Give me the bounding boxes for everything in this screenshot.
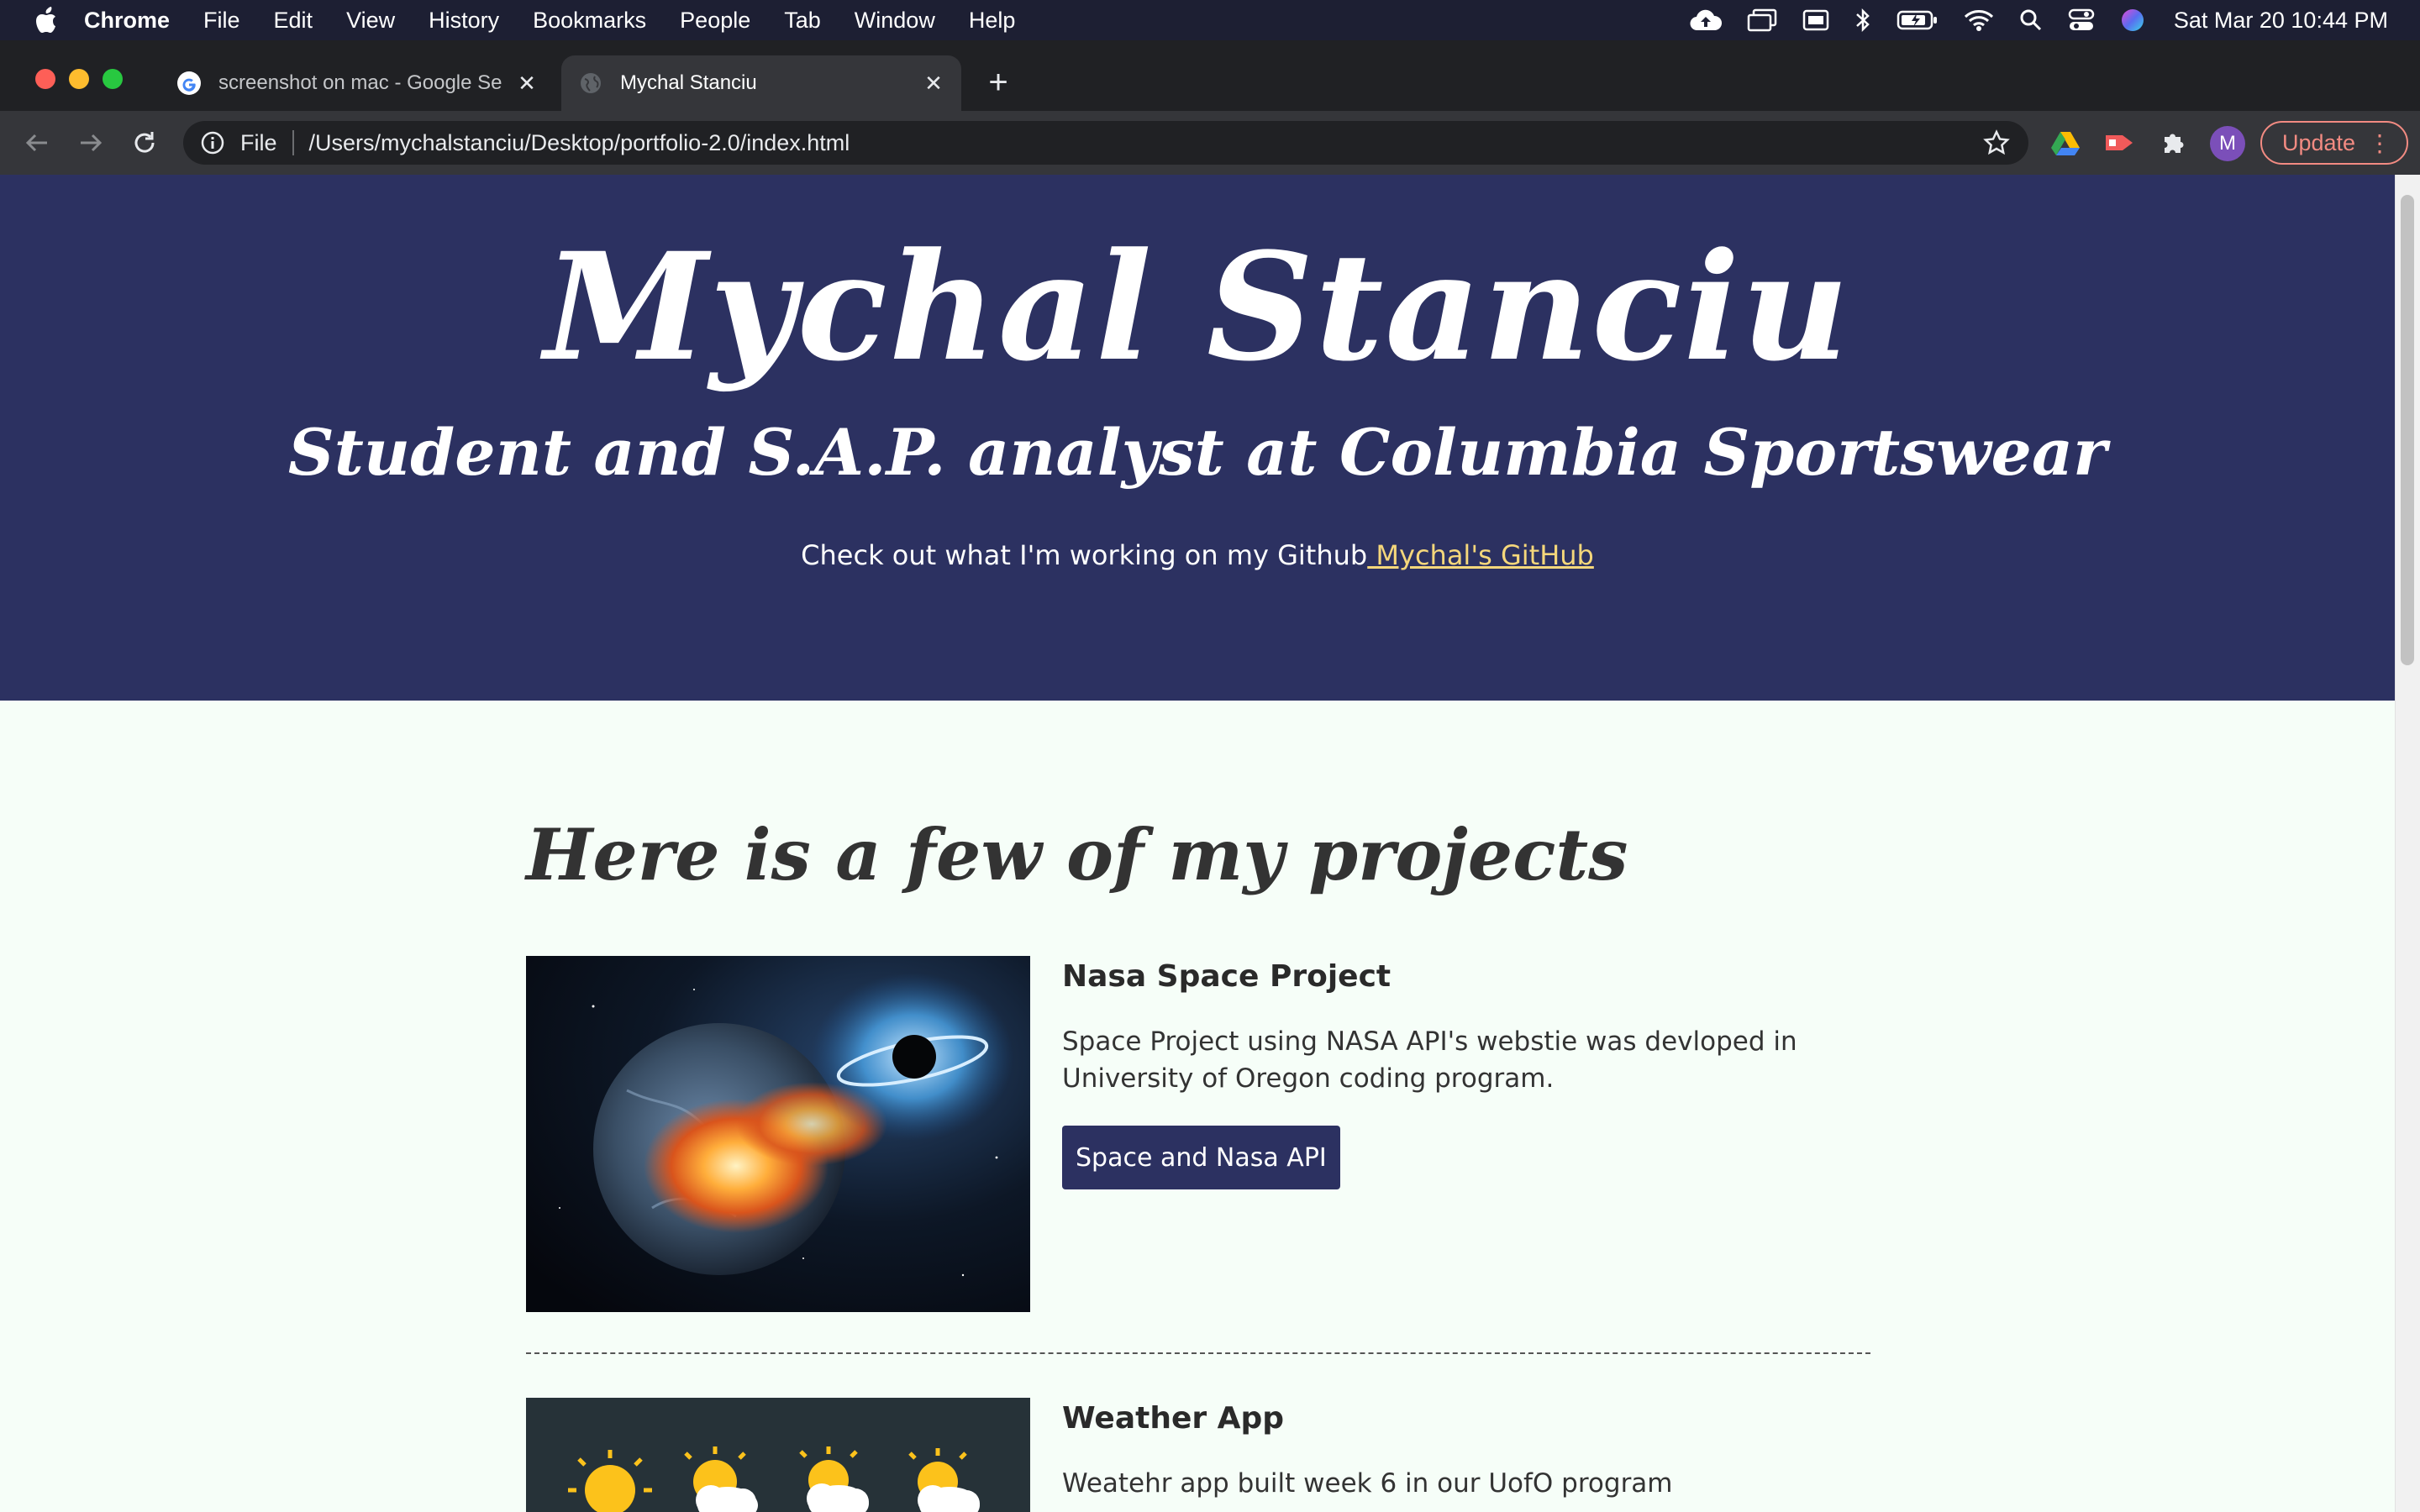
window-zoom-button[interactable] xyxy=(103,69,123,89)
globe-icon xyxy=(578,71,603,96)
tab-google-search[interactable]: screenshot on mac - Google Se ✕ xyxy=(160,55,555,111)
space-nasa-api-button[interactable]: Space and Nasa API xyxy=(1062,1126,1340,1189)
menu-edit[interactable]: Edit xyxy=(274,8,313,34)
screen-mirror-icon[interactable] xyxy=(1747,8,1777,32)
reload-icon[interactable] xyxy=(128,126,161,160)
hero-name-heading: Mychal Stanciu xyxy=(544,220,1851,394)
page-viewport: Mychal Stanciu Student and S.A.P. analys… xyxy=(0,175,2420,1512)
project-description: Weatehr app built week 6 in our UofO pro… xyxy=(1062,1468,1673,1499)
google-icon xyxy=(176,71,202,96)
battery-icon[interactable] xyxy=(1897,9,1939,31)
menu-bar-status-area: Sat Mar 20 10:44 PM xyxy=(1665,0,2388,40)
chrome-update-button[interactable]: Update ⋮ xyxy=(2260,121,2408,165)
menu-file[interactable]: File xyxy=(203,8,240,34)
url-scheme-label: File xyxy=(240,129,277,155)
address-separator xyxy=(292,130,294,155)
menu-app-name[interactable]: Chrome xyxy=(84,8,170,34)
address-bar[interactable]: File /Users/mychalstanciu/Desktop/portfo… xyxy=(183,121,2028,165)
update-label: Update xyxy=(2282,129,2356,155)
github-callout: Check out what I'm working on my Github … xyxy=(0,539,2395,571)
bluetooth-icon[interactable] xyxy=(1854,8,1871,33)
hero-banner: Mychal Stanciu Student and S.A.P. analys… xyxy=(0,175,2395,701)
new-tab-button[interactable]: + xyxy=(983,66,1013,99)
tab-title: screenshot on mac - Google Se xyxy=(218,71,502,94)
cloud-upload-icon[interactable] xyxy=(1690,8,1722,32)
github-callout-text: Check out what I'm working on my Github xyxy=(801,539,1368,571)
input-source-icon[interactable] xyxy=(1802,9,1829,31)
menu-tab[interactable]: Tab xyxy=(784,8,821,34)
weather-app-image xyxy=(526,1398,1030,1512)
project-title: Weather App xyxy=(1062,1401,1285,1436)
window-minimize-button[interactable] xyxy=(69,69,89,89)
back-arrow-icon[interactable] xyxy=(20,126,54,160)
control-center-icon[interactable] xyxy=(2068,8,2095,32)
wifi-icon[interactable] xyxy=(1964,8,1994,32)
bookmark-star-icon[interactable] xyxy=(1983,129,2010,156)
menu-help[interactable]: Help xyxy=(969,8,1016,34)
siri-icon[interactable] xyxy=(2120,8,2145,33)
project-divider xyxy=(526,1352,1870,1354)
menu-view[interactable]: View xyxy=(346,8,395,34)
menu-people[interactable]: People xyxy=(680,8,750,34)
scrollbar-thumb[interactable] xyxy=(2401,195,2414,665)
menu-bar-clock[interactable]: Sat Mar 20 10:44 PM xyxy=(2174,8,2388,34)
projects-heading: Here is a few of my projects xyxy=(526,813,1628,896)
apple-icon[interactable] xyxy=(35,7,60,34)
extensions-puzzle-icon[interactable] xyxy=(2156,126,2190,160)
forward-arrow-icon[interactable] xyxy=(74,126,108,160)
screen-recorder-extension-icon[interactable] xyxy=(2102,126,2136,160)
nasa-project-image xyxy=(526,956,1030,1312)
url-text[interactable]: /Users/mychalstanciu/Desktop/portfolio-2… xyxy=(309,130,1983,156)
macos-menu-bar: Chrome File Edit View History Bookmarks … xyxy=(0,0,2420,40)
menu-window[interactable]: Window xyxy=(855,8,935,34)
hero-subtitle: Student and S.A.P. analyst at Columbia S… xyxy=(287,415,2107,490)
site-info-icon[interactable] xyxy=(200,130,225,155)
profile-avatar[interactable]: M xyxy=(2210,126,2245,161)
more-menu-icon[interactable]: ⋮ xyxy=(2368,131,2391,156)
tab-close-icon[interactable]: ✕ xyxy=(514,71,539,96)
project-description: Space Project using NASA API's webstie w… xyxy=(1062,1026,1797,1094)
google-drive-icon[interactable] xyxy=(2049,126,2082,160)
page-scrollbar[interactable] xyxy=(2395,175,2420,1512)
project-title: Nasa Space Project xyxy=(1062,959,1392,994)
window-close-button[interactable] xyxy=(35,69,55,89)
tab-mychal-stanciu[interactable]: Mychal Stanciu ✕ xyxy=(561,55,961,111)
tab-close-icon[interactable]: ✕ xyxy=(921,71,946,96)
spotlight-search-icon[interactable] xyxy=(2019,8,2043,32)
github-link[interactable]: Mychal's GitHub xyxy=(1367,539,1593,571)
menu-bookmarks[interactable]: Bookmarks xyxy=(533,8,646,34)
menu-history[interactable]: History xyxy=(429,8,499,34)
tab-title: Mychal Stanciu xyxy=(620,71,757,94)
